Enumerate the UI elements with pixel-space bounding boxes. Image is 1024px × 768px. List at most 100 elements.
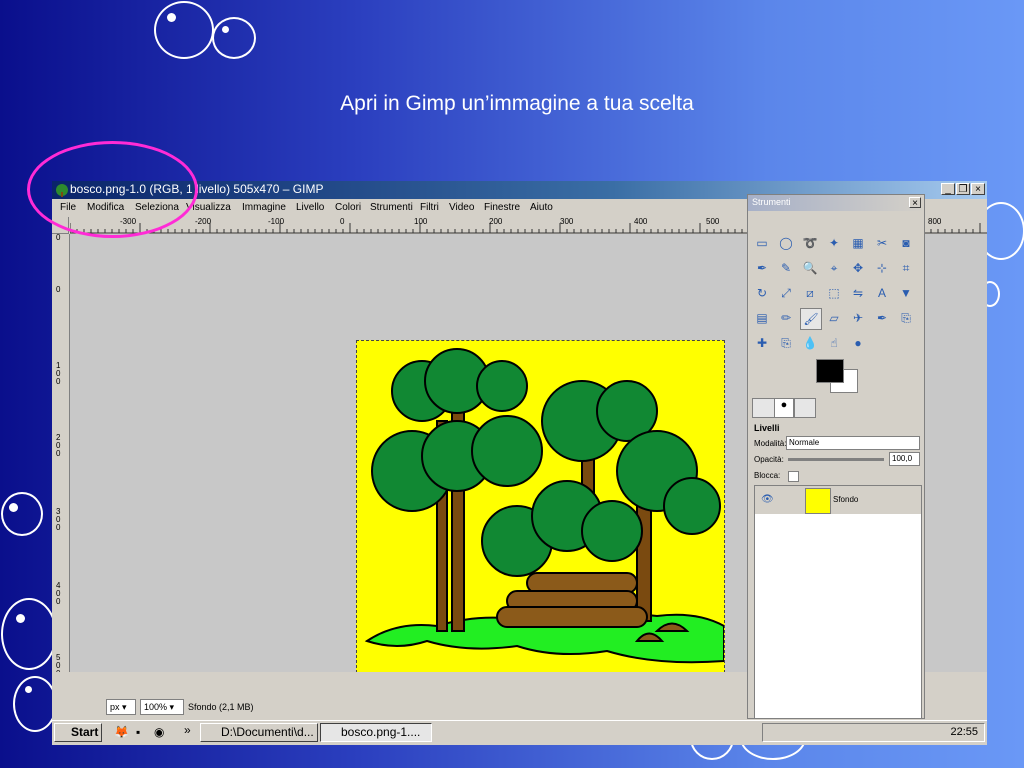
layers-list: 👁 Sfondo bbox=[754, 485, 922, 719]
menu-strumenti[interactable]: Strumenti bbox=[370, 202, 413, 213]
lasso-icon[interactable]: ➰ bbox=[800, 233, 820, 253]
text-icon[interactable]: A bbox=[872, 283, 892, 303]
perspective-clone-icon[interactable]: ⎘ bbox=[776, 333, 796, 353]
menu-aiuto[interactable]: Aiuto bbox=[530, 202, 553, 213]
zoom-select[interactable]: 100% ▾ bbox=[140, 699, 184, 715]
dock-tab-channels[interactable] bbox=[794, 398, 816, 418]
layer-row[interactable]: 👁 Sfondo bbox=[755, 486, 921, 514]
unit-value: px bbox=[110, 702, 120, 712]
restore-button[interactable]: ❐ bbox=[956, 183, 970, 195]
menu-immagine[interactable]: Immagine bbox=[242, 202, 286, 213]
ruler-label: -100 bbox=[268, 217, 285, 226]
crop-icon[interactable]: ⌗ bbox=[896, 258, 916, 278]
toolbox-title: Strumenti bbox=[752, 197, 791, 207]
smudge-icon[interactable]: ☝ bbox=[824, 333, 844, 353]
heal-icon[interactable]: ✚ bbox=[752, 333, 772, 353]
zoom-icon[interactable]: 🔍 bbox=[800, 258, 820, 278]
foreground-color-swatch[interactable] bbox=[816, 359, 844, 383]
menu-video[interactable]: Video bbox=[449, 202, 474, 213]
lock-label: Blocca: bbox=[754, 471, 781, 480]
opacity-value: 100,0 bbox=[892, 454, 913, 463]
bubble-dot bbox=[222, 26, 229, 33]
dock-tab-brush[interactable]: ● bbox=[774, 398, 794, 418]
forest-image[interactable] bbox=[356, 340, 725, 683]
ruler-label: 400 bbox=[634, 217, 648, 226]
mode-select[interactable]: Normale bbox=[786, 436, 920, 450]
lock-checkbox[interactable] bbox=[788, 471, 799, 482]
ellipse-select-icon[interactable]: ◯ bbox=[776, 233, 796, 253]
ruler-label: 200 bbox=[489, 217, 503, 226]
menu-livello[interactable]: Livello bbox=[296, 202, 324, 213]
paintbrush-icon[interactable]: 🖌 bbox=[800, 308, 822, 330]
taskbar-gimp-button[interactable]: bosco.png-1.... bbox=[320, 723, 432, 742]
browser-icon[interactable]: ◉ bbox=[154, 725, 164, 739]
opacity-label: Opacità: bbox=[754, 455, 784, 464]
color-select-icon[interactable]: ▦ bbox=[848, 233, 868, 253]
foreground-select-icon[interactable]: ◙ bbox=[896, 233, 916, 253]
menu-finestre[interactable]: Finestre bbox=[484, 202, 520, 213]
shear-icon[interactable]: ⧄ bbox=[800, 283, 820, 303]
ruler-label: 300 bbox=[56, 507, 61, 532]
menu-filtri[interactable]: Filtri bbox=[420, 202, 439, 213]
highlight-ellipse bbox=[27, 141, 198, 238]
move-icon[interactable]: ✥ bbox=[848, 258, 868, 278]
flip-icon[interactable]: ⇋ bbox=[848, 283, 868, 303]
opacity-spinner[interactable]: 100,0 bbox=[889, 452, 920, 466]
opacity-slider[interactable] bbox=[788, 458, 884, 461]
minimize-button[interactable]: _ bbox=[941, 183, 955, 195]
fuzzy-select-icon[interactable]: ✦ bbox=[824, 233, 844, 253]
airbrush-icon[interactable]: ✈ bbox=[848, 308, 868, 328]
mode-value: Normale bbox=[789, 438, 820, 447]
slide-title: Apri in Gimp un’immagine a tua scelta bbox=[340, 92, 694, 115]
eraser-icon[interactable]: ▱ bbox=[824, 308, 844, 328]
blend-icon[interactable]: ▤ bbox=[752, 308, 772, 328]
zoom-value: 100 bbox=[144, 702, 160, 712]
system-tray: 22:55 bbox=[762, 723, 985, 742]
close-button[interactable]: × bbox=[971, 183, 985, 195]
ruler-label: 400 bbox=[56, 581, 61, 606]
perspective-icon[interactable]: ⬚ bbox=[824, 283, 844, 303]
ruler-label: -200 bbox=[195, 217, 212, 226]
ruler-label: 200 bbox=[56, 433, 61, 458]
color-picker-icon[interactable]: ✎ bbox=[776, 258, 796, 278]
ink-icon[interactable]: ✒ bbox=[872, 308, 892, 328]
eye-icon[interactable]: 👁 bbox=[761, 494, 774, 505]
ruler-label: 800 bbox=[928, 217, 942, 226]
align-icon[interactable]: ⊹ bbox=[872, 258, 892, 278]
bucket-fill-icon[interactable]: ▼ bbox=[896, 283, 916, 303]
bubble-dot bbox=[25, 686, 32, 693]
blur-icon[interactable]: 💧 bbox=[800, 333, 820, 353]
bubble-decoration bbox=[154, 1, 214, 59]
status-info: Sfondo (2,1 MB) bbox=[188, 702, 254, 712]
start-label: Start bbox=[71, 725, 99, 739]
rect-select-icon[interactable]: ▭ bbox=[752, 233, 772, 253]
bubble-decoration bbox=[1, 492, 43, 536]
clone-icon[interactable]: ⎘ bbox=[896, 308, 916, 328]
layer-thumbnail bbox=[805, 488, 831, 514]
mode-label: Modalità: bbox=[754, 439, 787, 448]
tool-grid: ▭ ◯ ➰ ✦ ▦ ✂ ◙ ✒ ✎ 🔍 ⌖ ✥ ⊹ ⌗ ↻ ⤢ ⧄ ⬚ ⇋ A ▼ ▤ ✏ 🖌 ▱ ✈ ✒ ⎘ ✚ ⎘ 💧 ☝ ● bbox=[752, 233, 922, 358]
task-gimp-label: bosco.png-1.... bbox=[341, 725, 421, 739]
rotate-icon[interactable]: ↻ bbox=[752, 283, 772, 303]
toolbox-title-bar[interactable]: Strumenti × bbox=[748, 195, 924, 211]
quicklaunch-chevron[interactable]: » bbox=[184, 723, 191, 737]
menu-colori[interactable]: Colori bbox=[335, 202, 361, 213]
ruler-label: 500 bbox=[706, 217, 720, 226]
bubble-decoration bbox=[212, 17, 256, 59]
toolbox-close-button[interactable]: × bbox=[909, 197, 921, 209]
start-button[interactable]: Start bbox=[54, 723, 102, 742]
bubble-decoration bbox=[1, 598, 57, 670]
firefox-icon[interactable]: 🦊 bbox=[114, 725, 129, 739]
bubble-dot bbox=[9, 503, 18, 512]
unit-select[interactable]: px ▾ bbox=[106, 699, 136, 715]
pencil-icon[interactable]: ✏ bbox=[776, 308, 796, 328]
scale-icon[interactable]: ⤢ bbox=[776, 283, 796, 303]
scissors-icon[interactable]: ✂ bbox=[872, 233, 892, 253]
paths-icon[interactable]: ✒ bbox=[752, 258, 772, 278]
dodge-burn-icon[interactable]: ● bbox=[848, 333, 868, 353]
layers-panel-title: Livelli bbox=[754, 423, 780, 433]
measure-icon[interactable]: ⌖ bbox=[824, 258, 844, 278]
taskbar-explorer-button[interactable]: D:\Documenti\d... bbox=[200, 723, 318, 742]
bubble-dot bbox=[16, 614, 25, 623]
gimp-launcher-icon[interactable]: ▪ bbox=[136, 725, 140, 739]
